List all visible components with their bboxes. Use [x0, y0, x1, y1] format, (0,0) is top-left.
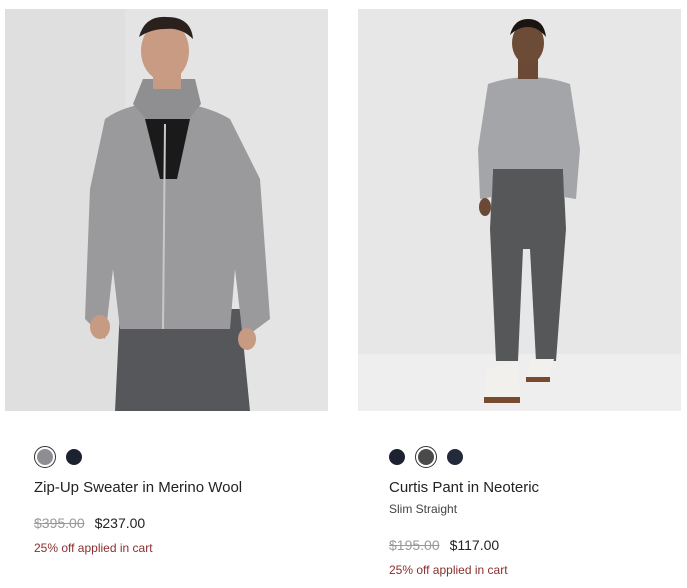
- promo-text: 25% off applied in cart: [389, 563, 508, 577]
- color-swatches-pant: [389, 446, 463, 468]
- swatch-navy[interactable]: [447, 449, 463, 465]
- product-name-pant[interactable]: Curtis Pant in Neoteric: [389, 479, 539, 496]
- swatch-grey-selected[interactable]: [34, 446, 56, 468]
- sale-price: $237.00: [94, 515, 146, 531]
- color-swatches-sweater: [34, 446, 82, 468]
- sale-price: $117.00: [449, 537, 500, 553]
- product-card-curtis-pant[interactable]: [358, 9, 681, 411]
- product-card-zip-up-sweater[interactable]: [5, 9, 328, 411]
- swatch-charcoal-selected[interactable]: [415, 446, 437, 468]
- promo-text: 25% off applied in cart: [34, 541, 153, 555]
- product-image-sweater[interactable]: [5, 9, 328, 411]
- price-row-pant: $195.00 $117.00: [389, 537, 499, 553]
- product-fit-subtitle: Slim Straight: [389, 502, 458, 516]
- swatch-navy[interactable]: [66, 449, 82, 465]
- price-row-sweater: $395.00 $237.00: [34, 515, 145, 531]
- original-price: $195.00: [389, 537, 440, 553]
- swatch-black[interactable]: [389, 449, 405, 465]
- original-price: $395.00: [34, 515, 85, 531]
- product-name-sweater[interactable]: Zip-Up Sweater in Merino Wool: [34, 479, 242, 496]
- product-image-pant[interactable]: [358, 9, 681, 411]
